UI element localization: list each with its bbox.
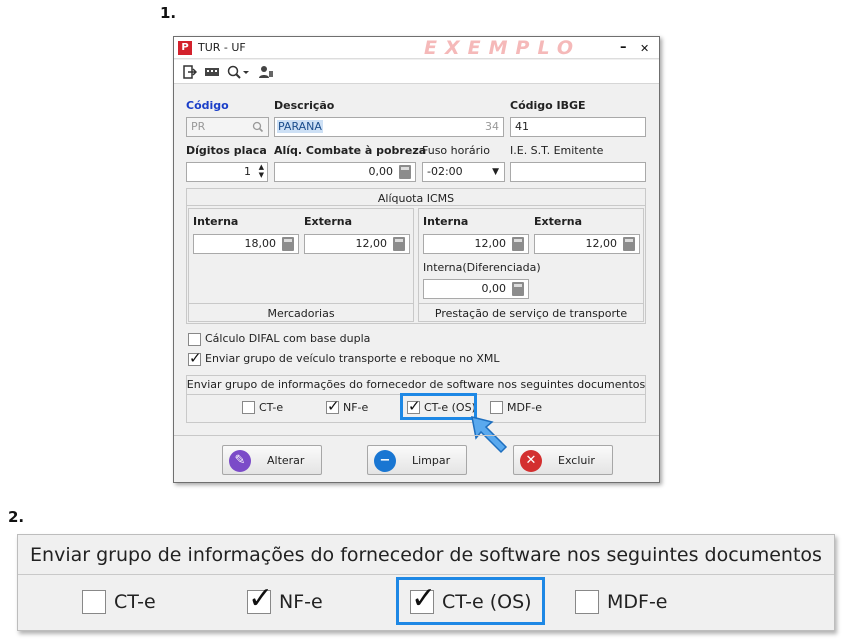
codigo-field[interactable]: PR xyxy=(186,117,269,137)
transporte-caption: Prestação de serviço de transporte xyxy=(434,307,628,320)
calculator-icon[interactable] xyxy=(399,165,411,179)
zoom-cte-os-highlight xyxy=(396,577,545,625)
aliq-pobreza-field[interactable]: 0,00 xyxy=(274,162,416,182)
cte-os-highlight xyxy=(400,393,477,420)
transp-interna-label: Interna xyxy=(423,215,469,228)
digitos-value: 1 xyxy=(244,165,251,178)
zoom-group-title: Enviar grupo de informações do fornecedo… xyxy=(18,535,834,575)
excluir-label: Excluir xyxy=(558,454,595,467)
difal-label: Cálculo DIFAL com base dupla xyxy=(205,332,371,345)
calculator-icon[interactable] xyxy=(623,237,635,251)
uf-window: P TUR - UF EXEMPLO – ✕ Código PR Descriç… xyxy=(173,36,660,483)
codigo-value: PR xyxy=(191,120,206,133)
fuso-value: -02:00 xyxy=(427,165,463,178)
merc-interna-value: 18,00 xyxy=(244,237,277,250)
transp-externa-field[interactable]: 12,00 xyxy=(534,234,640,254)
merc-externa-field[interactable]: 12,00 xyxy=(304,234,410,254)
veiculo-label: Enviar grupo de veículo transporte e reb… xyxy=(205,352,500,365)
watermark: EXEMPLO xyxy=(424,37,582,59)
magnifier-icon[interactable] xyxy=(252,118,264,139)
icms-title: Alíquota ICMS xyxy=(377,192,455,205)
ibge-label: Código IBGE xyxy=(510,99,586,112)
descricao-field[interactable]: PARANA 34 xyxy=(274,117,504,137)
excluir-button[interactable]: ✕ Excluir xyxy=(513,445,613,475)
diferenciada-label: Interna(Diferenciada) xyxy=(423,261,541,274)
calculator-icon[interactable] xyxy=(512,282,524,296)
pencil-icon: ✎ xyxy=(229,450,251,472)
zoom-nfe-checkbox[interactable] xyxy=(247,581,273,616)
nfe-checkbox[interactable] xyxy=(326,397,340,415)
ibge-field[interactable]: 41 xyxy=(510,117,646,137)
toolbar xyxy=(174,60,659,84)
limpar-button[interactable]: − Limpar xyxy=(367,445,467,475)
zoom-mdfe-label: MDF-e xyxy=(607,591,668,613)
minimize-button[interactable]: – xyxy=(620,40,627,55)
calculator-icon[interactable] xyxy=(393,237,405,251)
fuso-select[interactable]: -02:00 ▼ xyxy=(422,162,505,182)
aliq-pobreza-value: 0,00 xyxy=(368,165,394,178)
minus-icon: − xyxy=(374,450,396,472)
search-icon[interactable] xyxy=(227,65,249,79)
close-button[interactable]: ✕ xyxy=(640,42,649,55)
step-2-label: 2. xyxy=(8,508,25,526)
calculator-icon[interactable] xyxy=(282,237,294,251)
transp-externa-value: 12,00 xyxy=(585,237,618,250)
transp-interna-field[interactable]: 12,00 xyxy=(423,234,529,254)
descricao-char-count: 34 xyxy=(485,120,499,133)
difal-checkbox[interactable] xyxy=(188,333,201,346)
cte-label: CT-e xyxy=(259,401,284,414)
codigo-label: Código xyxy=(186,99,229,112)
merc-interna-field[interactable]: 18,00 xyxy=(193,234,299,254)
window-title: TUR - UF xyxy=(198,41,246,54)
nfe-label: NF-e xyxy=(343,401,369,414)
merc-externa-label: Externa xyxy=(304,215,353,228)
mercadorias-caption: Mercadorias xyxy=(267,307,335,320)
zoomed-software-group: Enviar grupo de informações do fornecedo… xyxy=(17,534,835,631)
software-group-title: Enviar grupo de informações do fornecedo… xyxy=(186,378,646,391)
transp-interna-value: 12,00 xyxy=(474,237,507,250)
zoom-nfe-label: NF-e xyxy=(279,591,323,613)
ie-label: I.E. S.T. Emitente xyxy=(510,144,604,157)
ie-field[interactable] xyxy=(510,162,646,182)
calculator-icon[interactable] xyxy=(512,237,524,251)
transp-externa-label: Externa xyxy=(534,215,583,228)
merc-interna-label: Interna xyxy=(193,215,239,228)
descricao-label: Descrição xyxy=(274,99,335,112)
alterar-button[interactable]: ✎ Alterar xyxy=(222,445,322,475)
user-icon[interactable] xyxy=(258,65,274,79)
spin-arrows-icon[interactable]: ▲ ▼ xyxy=(259,163,264,179)
descricao-value: PARANA xyxy=(277,120,323,133)
keyboard-icon[interactable] xyxy=(204,65,220,79)
alterar-label: Alterar xyxy=(267,454,305,467)
app-icon: P xyxy=(178,41,192,55)
aliq-pobreza-label: Alíq. Combate à pobreza xyxy=(274,144,427,157)
veiculo-checkbox[interactable] xyxy=(188,349,202,367)
diferenciada-value: 0,00 xyxy=(481,282,507,295)
mdfe-label: MDF-e xyxy=(507,401,543,414)
digitos-stepper[interactable]: 1 ▲ ▼ xyxy=(186,162,268,182)
exit-icon[interactable] xyxy=(182,65,198,79)
zoom-cte-label: CT-e xyxy=(114,591,156,613)
zoom-cte-checkbox[interactable] xyxy=(82,590,106,614)
limpar-label: Limpar xyxy=(412,454,451,467)
digitos-label: Dígitos placa xyxy=(186,144,267,157)
zoom-mdfe-checkbox[interactable] xyxy=(575,590,599,614)
cte-checkbox[interactable] xyxy=(242,401,255,414)
diferenciada-field[interactable]: 0,00 xyxy=(423,279,529,299)
title-bar: P TUR - UF EXEMPLO – ✕ xyxy=(174,37,659,59)
fuso-label: Fuso horário xyxy=(422,144,490,157)
merc-externa-value: 12,00 xyxy=(355,237,388,250)
chevron-down-icon[interactable]: ▼ xyxy=(492,163,499,181)
step-1-label: 1. xyxy=(160,4,177,22)
x-circle-icon: ✕ xyxy=(520,450,542,472)
